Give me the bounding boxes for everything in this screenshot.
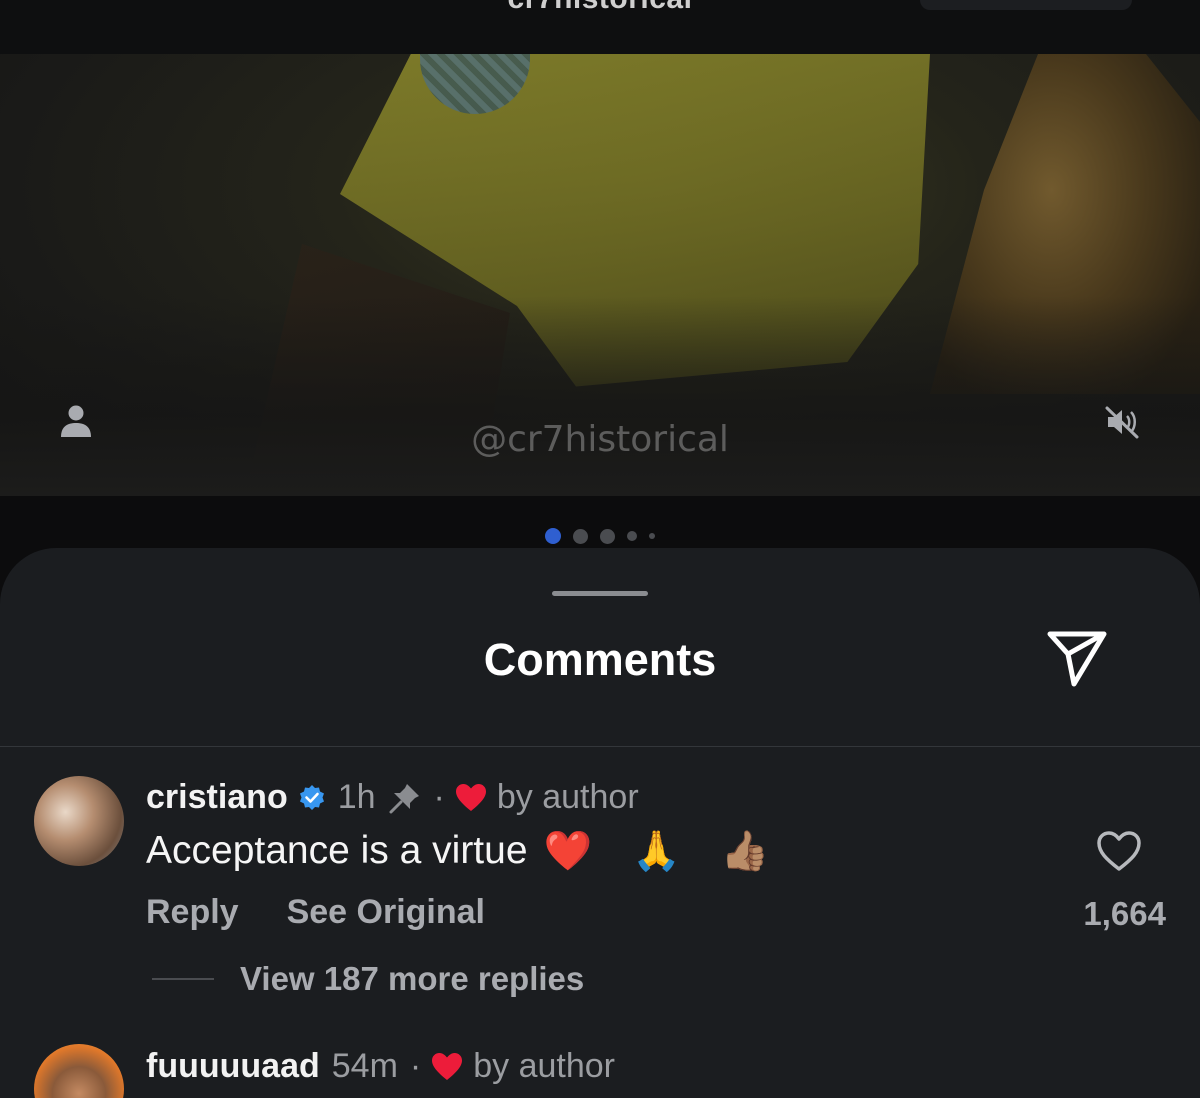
top-bar: cr7historical [0, 0, 1200, 54]
post-media[interactable]: @cr7historical [0, 54, 1200, 496]
carousel-dot [627, 531, 637, 541]
comment-time: 1h [337, 778, 376, 816]
avatar[interactable] [34, 1044, 124, 1098]
comment-meta: fuuuuuaad 54m · by author [146, 1047, 615, 1086]
person-icon[interactable] [60, 404, 92, 438]
emoji-red-heart: ❤️ [543, 830, 593, 873]
sheet-title: Comments [483, 634, 717, 685]
pin-icon [389, 783, 419, 813]
comments-sheet: Comments cristiano 1h · by author Accept… [0, 548, 1200, 1098]
carousel-dot [649, 533, 655, 539]
meta-separator: · [409, 1047, 422, 1085]
heart-filled-icon [455, 783, 486, 811]
view-replies-button[interactable]: View 187 more replies [152, 960, 584, 998]
carousel-dot [573, 528, 588, 544]
liked-by-author-label: by author [473, 1047, 615, 1085]
speaker-muted-icon[interactable] [1104, 404, 1140, 440]
see-original-button[interactable]: See Original [287, 893, 485, 932]
comment-meta: cristiano 1h · by author [146, 778, 639, 817]
comment-text: Acceptance is a virtue ❤️ 🙏 👍🏽 [146, 828, 769, 874]
sheet-divider [0, 746, 1200, 747]
comment-body: Acceptance is a virtue [146, 829, 528, 872]
carousel-dot [600, 528, 615, 544]
reply-button[interactable]: Reply [146, 893, 239, 932]
liked-by-author-label: by author [496, 778, 639, 816]
like-count: 1,664 [1083, 895, 1166, 932]
verified-badge-icon [299, 784, 324, 810]
heart-outline-icon[interactable] [1096, 830, 1142, 872]
comment-actions: Reply See Original [146, 893, 485, 932]
carousel-dot-active [545, 528, 561, 544]
follow-button[interactable] [920, 0, 1132, 10]
send-paper-plane-icon[interactable] [1044, 628, 1110, 688]
media-watermark: @cr7historical [471, 419, 729, 460]
carousel-indicator [0, 528, 1200, 544]
comment-username[interactable]: cristiano [146, 778, 288, 817]
view-replies-label[interactable]: View 187 more replies [240, 960, 584, 998]
comment-username[interactable]: fuuuuuaad [146, 1047, 320, 1086]
sheet-drag-handle[interactable] [552, 591, 648, 596]
replies-line [152, 978, 214, 980]
comment-time: 54m [331, 1047, 398, 1085]
avatar[interactable] [34, 776, 124, 866]
emoji-thumbs-up: 👍🏽 [720, 830, 770, 873]
emoji-folded-hands: 🙏 [632, 830, 681, 873]
media-shade [0, 296, 1200, 496]
heart-filled-icon [432, 1052, 463, 1080]
meta-separator: · [433, 778, 445, 816]
